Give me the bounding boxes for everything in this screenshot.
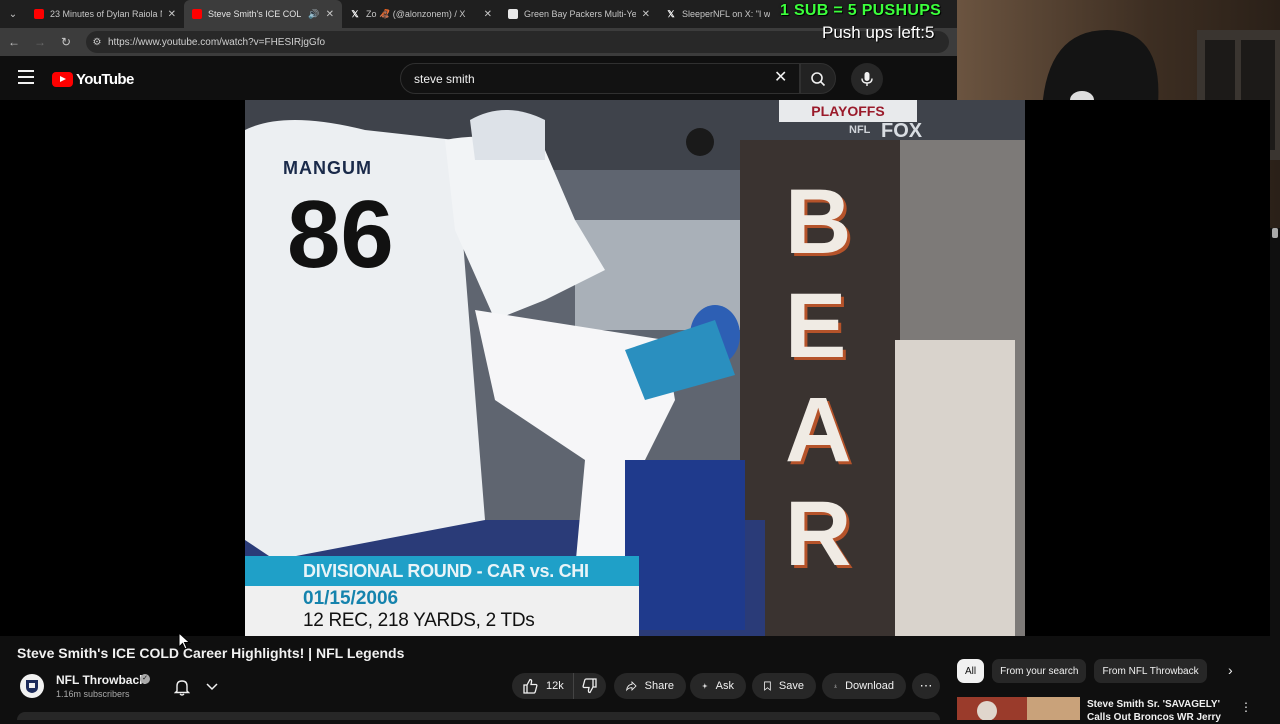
chip-from-your-search[interactable]: From your search (992, 659, 1087, 683)
microphone-icon (861, 72, 873, 86)
nfl-label: NFL (849, 124, 871, 136)
like-dislike-group: 12k (512, 673, 606, 699)
game-date: 01/15/2006 (303, 588, 399, 609)
mouse-cursor-icon (178, 632, 191, 650)
video-title: Steve Smith's ICE COLD Career Highlights… (17, 645, 405, 661)
browser-toolbar: ← → ↻ ⚙ https://www.youtube.com/watch?v=… (0, 28, 957, 56)
browser-tab[interactable]: 𝕏 Zo 🦧 (@alonzonem) / X ✕ (342, 0, 500, 28)
share-button[interactable]: Share (614, 673, 686, 699)
thumbs-down-icon (582, 678, 597, 694)
x-icon: 𝕏 (351, 9, 359, 19)
recommendation-title[interactable]: Steve Smith Sr. 'SAVAGELY' Calls Out Bro… (1087, 698, 1227, 724)
game-stats: 12 REC, 218 YARDS, 2 TDs (303, 610, 535, 631)
channel-name[interactable]: NFL Throwback (56, 673, 146, 687)
description-box[interactable] (17, 712, 940, 720)
stream-overlay-pushups: Push ups left:5 (822, 23, 935, 42)
dislike-button[interactable] (574, 673, 606, 699)
close-icon[interactable]: ✕ (326, 9, 334, 20)
youtube-masthead: YouTube ✕ (0, 56, 957, 100)
menu-icon[interactable] (18, 70, 34, 84)
thumbs-up-icon (523, 678, 538, 694)
chevron-right-icon[interactable]: › (1228, 662, 1233, 678)
youtube-wordmark: YouTube (76, 71, 134, 88)
bookmark-icon (764, 681, 771, 691)
download-icon (834, 684, 837, 688)
tab-title: Steve Smith's ICE COLD Car (208, 9, 302, 19)
tab-title: Zo 🦧 (@alonzonem) / X (366, 8, 466, 19)
back-arrow-icon[interactable]: ← (2, 30, 26, 54)
video-frame[interactable]: MANGUM 86 BEAR PLAYOFFS NFL FOX DIVISION… (245, 100, 1025, 636)
browser-tab[interactable]: Green Bay Packers Multi-Year T ✕ (500, 0, 658, 28)
video-player[interactable]: MANGUM 86 BEAR PLAYOFFS NFL FOX DIVISION… (0, 100, 1270, 636)
broadcast-bug: PLAYOFFS NFL FOX (765, 100, 955, 146)
browser-tab-active[interactable]: Steve Smith's ICE COLD Car 🔊 ✕ (184, 0, 342, 28)
like-count: 12k (546, 680, 564, 692)
forward-arrow-icon[interactable]: → (28, 30, 52, 54)
stream-overlay-sub-goal: 1 SUB = 5 PUSHUPS (780, 2, 942, 19)
recommendation-chips: All From your search From NFL Throwback (957, 658, 1247, 684)
x-icon: 𝕏 (667, 9, 675, 19)
share-label: Share (644, 680, 674, 692)
recommendation-menu-icon[interactable]: ⋮ (1240, 700, 1252, 714)
recommendation-thumbnail[interactable] (957, 697, 1080, 720)
search-box (400, 63, 800, 94)
speaker-icon[interactable]: 🔊 (308, 9, 319, 20)
site-settings-icon[interactable]: ⚙ (86, 37, 108, 48)
stat-lower-third: DIVISIONAL ROUND - CAR vs. CHI 01/15/200… (245, 556, 639, 636)
more-actions-icon[interactable]: ⋯ (912, 673, 940, 699)
youtube-icon (34, 9, 44, 19)
close-icon[interactable]: ✕ (642, 9, 650, 20)
tab-title: SleeperNFL on X: "I watch th (682, 9, 770, 19)
url-text: https://www.youtube.com/watch?v=FHESIRjg… (108, 36, 326, 48)
close-icon[interactable]: ✕ (484, 9, 492, 20)
youtube-play-icon (52, 72, 73, 87)
sparkle-icon (702, 683, 708, 689)
like-button[interactable]: 12k (512, 673, 574, 699)
generic-icon (508, 9, 518, 19)
save-label: Save (778, 680, 804, 692)
browser-tab[interactable]: 23 Minutes of Dylan Raiola Ne ✕ (26, 0, 184, 28)
download-button[interactable]: Download (822, 673, 906, 699)
voice-search-button[interactable] (851, 63, 883, 95)
address-bar[interactable]: ⚙ https://www.youtube.com/watch?v=FHESIR… (86, 31, 949, 53)
tab-title: 23 Minutes of Dylan Raiola Ne (50, 9, 162, 19)
bell-icon (174, 679, 190, 696)
search-button[interactable] (800, 63, 836, 94)
chevron-down-icon (206, 683, 218, 691)
clear-search-icon[interactable]: ✕ (774, 67, 787, 87)
ask-button[interactable]: Ask (690, 673, 746, 699)
channel-avatar[interactable] (20, 674, 44, 698)
verified-badge-icon: ✓ (140, 674, 150, 684)
download-label: Download (845, 680, 894, 692)
notification-bell-button[interactable] (166, 674, 226, 700)
save-button[interactable]: Save (752, 673, 816, 699)
stadium-signage: BEAR (785, 171, 852, 585)
youtube-logo[interactable]: YouTube (52, 71, 134, 88)
share-arrow-icon (626, 680, 637, 692)
scrollbar-thumb[interactable] (1272, 228, 1278, 238)
game-round-label: DIVISIONAL ROUND - CAR vs. CHI (245, 556, 639, 586)
ask-label: Ask (715, 680, 734, 692)
chip-from-channel[interactable]: From NFL Throwback (1094, 659, 1207, 683)
youtube-icon (192, 9, 202, 19)
nfl-shield-icon (26, 680, 38, 693)
tab-title: Green Bay Packers Multi-Year T (524, 9, 636, 19)
reload-icon[interactable]: ↻ (54, 30, 78, 54)
close-icon[interactable]: ✕ (168, 9, 176, 20)
search-input[interactable] (414, 70, 754, 88)
chip-all[interactable]: All (957, 659, 985, 683)
tab-search-icon[interactable]: ⌄ (0, 0, 26, 28)
subscriber-count: 1.16m subscribers (56, 689, 130, 699)
playoffs-label: PLAYOFFS (779, 100, 917, 122)
search-icon (811, 71, 826, 86)
jersey-name: MANGUM (283, 158, 372, 178)
browser-tab[interactable]: 𝕏 SleeperNFL on X: "I watch th (658, 0, 778, 28)
network-label: FOX (881, 120, 923, 142)
jersey-number: 86 (287, 181, 394, 288)
